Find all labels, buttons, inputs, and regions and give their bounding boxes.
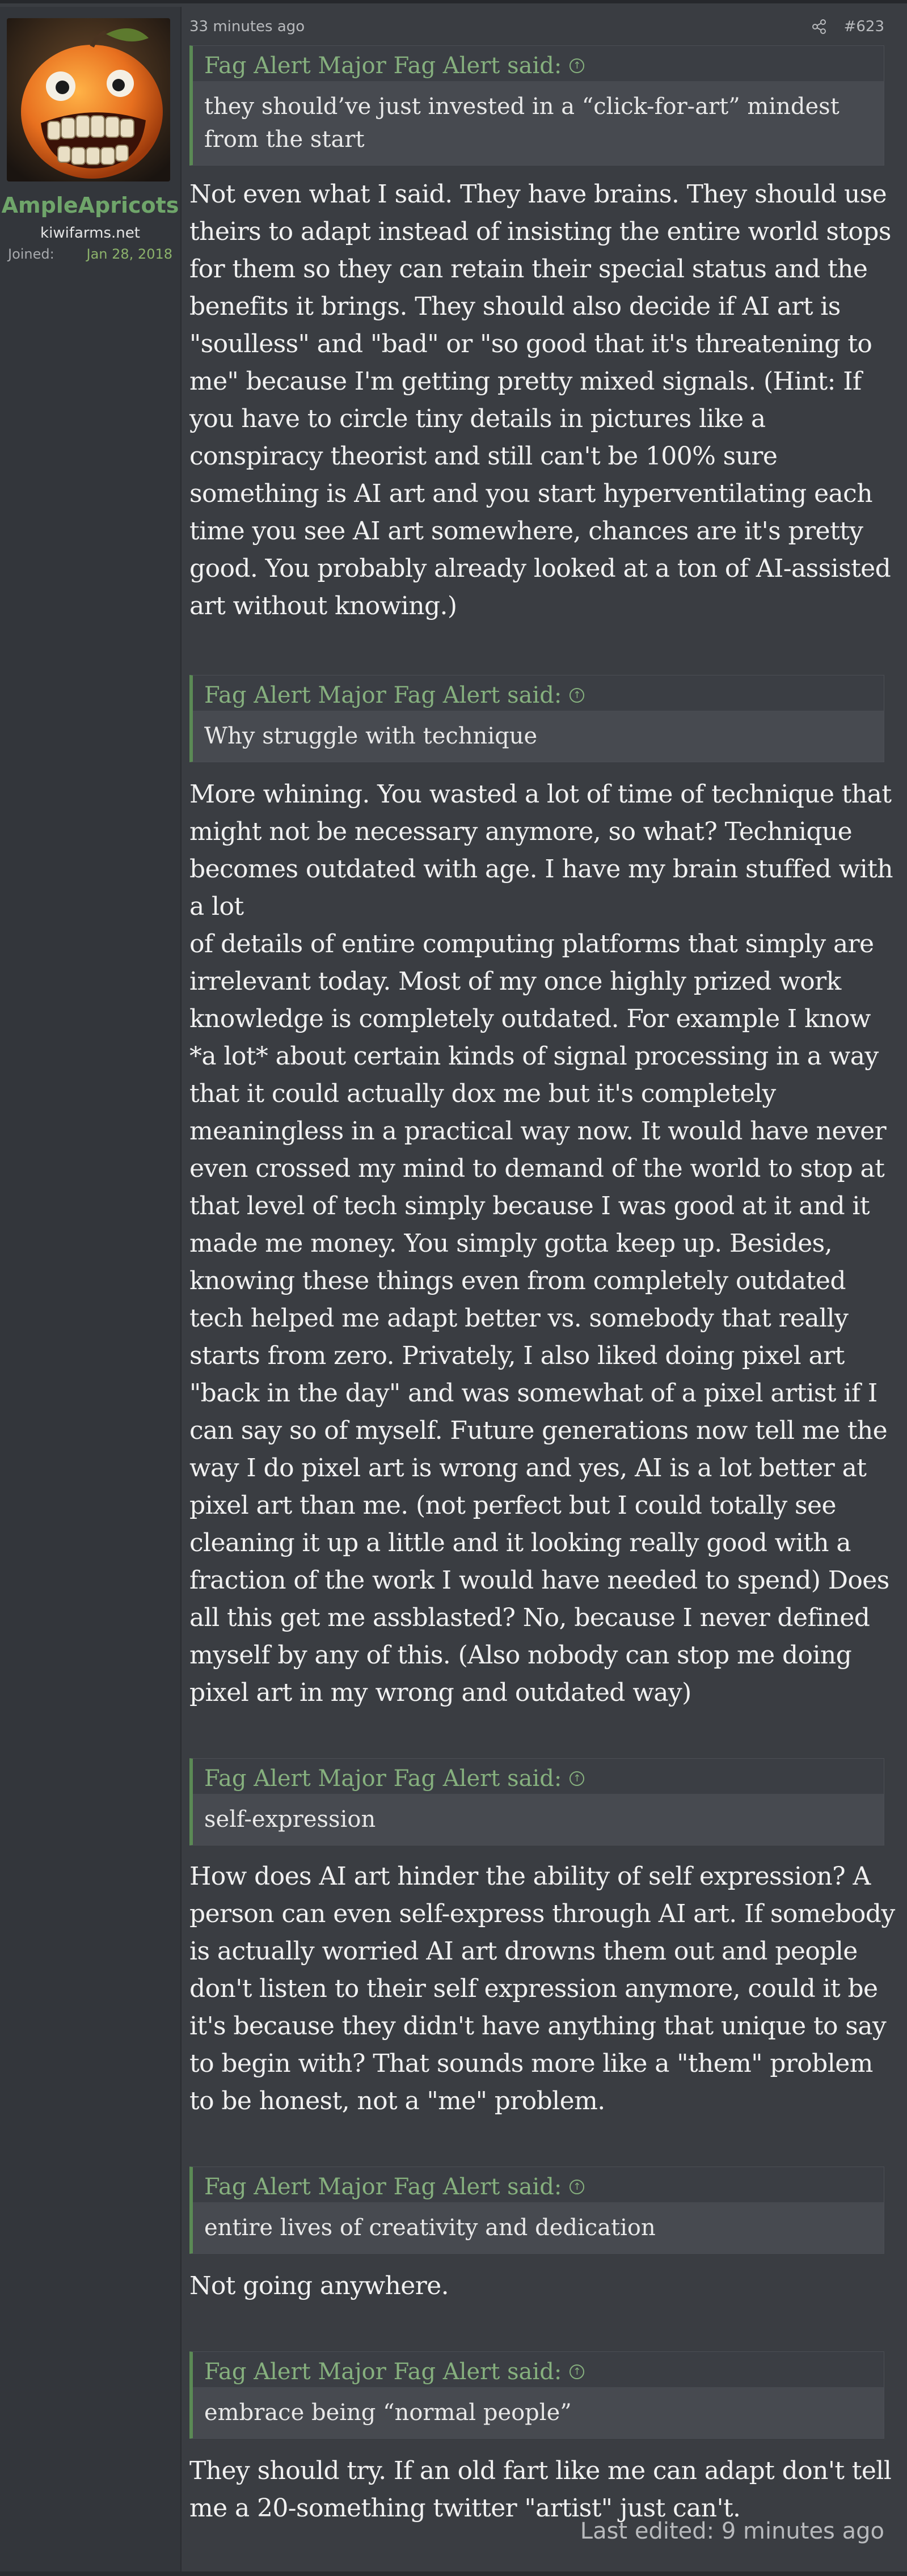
quote-author: Fag Alert Major Fag Alert said: (204, 1766, 562, 1792)
quote-text: entire lives of creativity and dedicatio… (193, 2202, 884, 2253)
jump-to-quote-icon[interactable]: ↑ (569, 58, 585, 73)
quote-block: Fag Alert Major Fag Alert said: ↑ they sh… (189, 45, 884, 166)
quote-block: Fag Alert Major Fag Alert said: ↑ Why str… (189, 675, 884, 762)
forum-post: AmpleApricots kiwifarms.net Joined: Jan … (0, 0, 907, 2576)
reply-text: Not even what I said. They have brains. … (189, 180, 891, 620)
reply-text: Not going anywhere. (189, 2271, 449, 2300)
quote-block: Fag Alert Major Fag Alert said: ↑ entire … (189, 2167, 884, 2254)
jump-to-quote-icon[interactable]: ↑ (569, 688, 585, 703)
reply-text: They should try. If an old fart like me … (189, 2456, 892, 2523)
quote-block: Fag Alert Major Fag Alert said: ↑ embrace… (189, 2351, 884, 2439)
reply-text: How does AI art hinder the ability of se… (189, 1862, 895, 2115)
jump-to-quote-icon[interactable]: ↑ (569, 1771, 585, 1786)
quote-block: Fag Alert Major Fag Alert said: ↑ self-ex… (189, 1758, 884, 1846)
quote-header[interactable]: Fag Alert Major Fag Alert said: ↑ (193, 2167, 884, 2202)
quote-text: self-expression (193, 1794, 884, 1845)
quote-author: Fag Alert Major Fag Alert said: (204, 682, 562, 708)
quote-header[interactable]: Fag Alert Major Fag Alert said: ↑ (193, 675, 884, 711)
last-edited: Last edited: 9 minutes ago (580, 2518, 884, 2544)
quote-header[interactable]: Fag Alert Major Fag Alert said: ↑ (193, 2352, 884, 2387)
joined-label: Joined: (8, 246, 54, 262)
quote-author: Fag Alert Major Fag Alert said: (204, 2174, 562, 2200)
user-title: kiwifarms.net (40, 225, 140, 242)
joined-date: Jan 28, 2018 (86, 246, 173, 262)
quote-author: Fag Alert Major Fag Alert said: (204, 53, 562, 79)
avatar[interactable] (7, 18, 170, 181)
jump-to-quote-icon[interactable]: ↑ (569, 2180, 585, 2194)
user-sidebar: AmpleApricots kiwifarms.net Joined: Jan … (0, 7, 182, 2571)
jump-to-quote-icon[interactable]: ↑ (569, 2364, 585, 2379)
post-time[interactable]: 33 minutes ago (189, 18, 305, 35)
post-main: 33 minutes ago #623 Fag Alert Major Fag … (182, 7, 907, 2571)
quote-header[interactable]: Fag Alert Major Fag Alert said: ↑ (193, 1759, 884, 1794)
apricot-monster-avatar-icon (7, 18, 170, 181)
post-number[interactable]: #623 (844, 18, 884, 35)
joined-info: Joined: Jan 28, 2018 (8, 246, 172, 262)
quote-text: they should’ve just invested in a “click… (193, 81, 884, 165)
username[interactable]: AmpleApricots (0, 193, 180, 218)
quote-author: Fag Alert Major Fag Alert said: (204, 2359, 562, 2385)
reply-text: More whining. You wasted a lot of time o… (189, 780, 893, 1707)
quote-header[interactable]: Fag Alert Major Fag Alert said: ↑ (193, 46, 884, 81)
post-meta: 33 minutes ago #623 (189, 15, 884, 37)
quote-text: Why struggle with technique (193, 711, 884, 762)
post-actions: #623 (811, 18, 884, 35)
quote-text: embrace being “normal people” (193, 2387, 884, 2438)
share-icon[interactable] (811, 19, 827, 35)
